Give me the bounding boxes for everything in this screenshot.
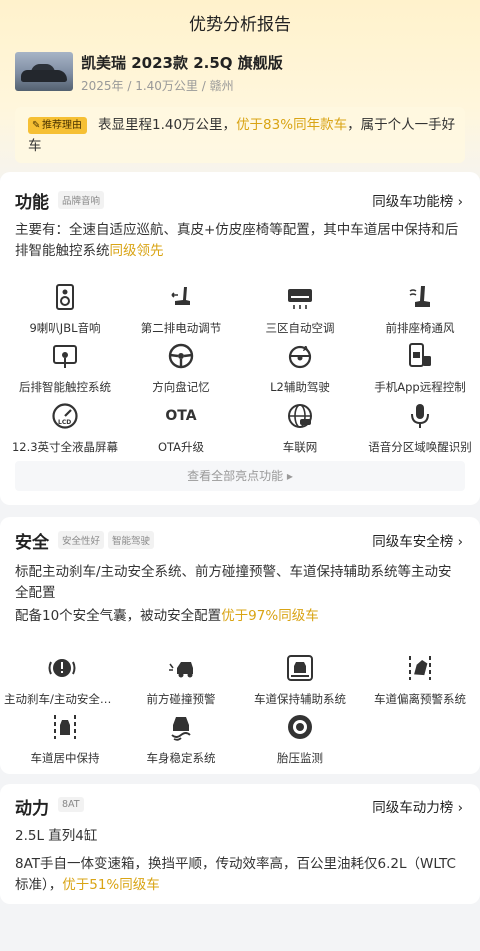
car-thumbnail[interactable] xyxy=(15,52,73,91)
feature-item[interactable]: LCD 12.3英寸全液晶屏幕 xyxy=(5,402,125,455)
safety-tag: 智能驾驶 xyxy=(108,531,155,549)
thumbs-up-icon: ✎ xyxy=(32,120,41,131)
power-card: 动力 8AT 同级车动力榜 › 2.5L 直列4缸 8AT手自一体变速箱，换挡平… xyxy=(0,784,480,904)
svg-text:LCD: LCD xyxy=(58,419,71,426)
seat-adjust-icon xyxy=(167,283,195,311)
feature-item[interactable]: OTA OTA升级 xyxy=(121,402,241,455)
power-rank-link[interactable]: 同级车动力榜 › xyxy=(372,796,463,816)
safety-item[interactable]: 车道保持辅助系统 xyxy=(240,654,360,707)
car-meta: 2025年 / 1.40万公里 / 赣州 xyxy=(81,79,234,93)
connected-car-icon xyxy=(286,402,314,430)
header-section: 优势分析报告 凯美瑞 2023款 2.5Q 旗舰版 2025年 / 1.40万公… xyxy=(0,0,480,178)
engine-spec: 2.5L 直列4缸 xyxy=(15,828,98,844)
features-summary: 主要有：全速自适应巡航、真皮+仿皮座椅等配置，其中车道居中保持和后排智能触控系统… xyxy=(15,222,459,259)
features-card: 功能 品牌音响 同级车功能榜 › 主要有：全速自适应巡航、真皮+仿皮座椅等配置，… xyxy=(0,172,480,505)
feature-item[interactable]: 语音分区域唤醒识别 xyxy=(360,402,480,455)
safety-item[interactable]: 车道居中保持 xyxy=(5,713,125,766)
features-tag: 品牌音响 xyxy=(58,191,105,209)
safety-rank-link[interactable]: 同级车安全榜 › xyxy=(372,530,463,550)
recommend-reason-badge: ✎ 推荐理由 xyxy=(28,117,87,134)
safety-card: 安全 安全性好 智能驾驶 同级车安全榜 › 标配主动刹车/主动安全系统、前方碰撞… xyxy=(0,517,480,774)
power-tag: 8AT xyxy=(58,797,84,812)
safety-item[interactable]: 主动刹车/主动安全系统 xyxy=(2,654,122,707)
assisted-driving-icon: A xyxy=(286,342,314,370)
lane-center-icon xyxy=(51,713,79,741)
ota-icon: OTA xyxy=(165,408,197,424)
view-all-features-button[interactable]: 查看全部亮点功能 ▸ xyxy=(15,461,465,491)
reason-highlight: 优于83%同年款车 xyxy=(236,117,348,133)
feature-item[interactable]: 方向盘记忆 xyxy=(121,342,241,395)
safety-item[interactable]: 前方碰撞预警 xyxy=(121,654,241,707)
feature-item[interactable]: A L2辅助驾驶 xyxy=(240,342,360,395)
safety-title: 安全 xyxy=(15,533,49,553)
safety-item[interactable]: 车道偏离预警系统 xyxy=(360,654,480,707)
features-title: 功能 xyxy=(15,193,49,213)
page-title: 优势分析报告 xyxy=(189,15,291,35)
car-name: 凯美瑞 2023款 2.5Q 旗舰版 xyxy=(81,54,283,72)
collision-warning-icon xyxy=(167,654,195,682)
lane-departure-icon xyxy=(406,654,434,682)
air-conditioner-icon xyxy=(286,283,314,311)
power-title: 动力 xyxy=(15,799,49,819)
safety-active-desc: 标配主动刹车/主动安全系统、前方碰撞预警、车道保持辅助系统等主动安全配置 xyxy=(15,564,452,601)
recommend-reason-box: 表显里程1.40万公里，优于83%同年款车，属于个人一手好车 ✎ 推荐理由 xyxy=(15,107,465,163)
steering-wheel-icon xyxy=(167,342,195,370)
brake-icon xyxy=(48,654,76,682)
touch-screen-icon xyxy=(51,342,79,370)
features-rank-link[interactable]: 同级车功能榜 › xyxy=(372,190,463,210)
svg-text:A: A xyxy=(303,345,309,353)
lane-keep-icon xyxy=(286,654,314,682)
feature-item[interactable]: 三区自动空调 xyxy=(240,283,360,336)
speaker-icon xyxy=(51,283,79,311)
phone-remote-icon xyxy=(406,342,434,370)
safety-item[interactable]: 胎压监测 xyxy=(240,713,360,766)
feature-item[interactable]: 前排座椅通风 xyxy=(360,283,480,336)
safety-tag: 安全性好 xyxy=(58,531,105,549)
feature-item[interactable]: 第二排电动调节 xyxy=(121,283,241,336)
microphone-icon xyxy=(406,402,434,430)
tire-pressure-icon xyxy=(286,713,314,741)
power-desc: 8AT手自一体变速箱，换挡平顺，传动效率高，百公里油耗仅6.2L（WLTC标准）… xyxy=(15,856,456,893)
feature-item[interactable]: 后排智能触控系统 xyxy=(5,342,125,395)
safety-passive-desc: 配备10个安全气囊，被动安全配置优于97%同级车 xyxy=(15,608,319,624)
feature-item[interactable]: 车联网 xyxy=(240,402,360,455)
seat-ventilation-icon xyxy=(406,283,434,311)
feature-item[interactable]: 手机App远程控制 xyxy=(360,342,480,395)
recommend-reason-text: 表显里程1.40万公里，优于83%同年款车，属于个人一手好车 xyxy=(28,117,456,154)
safety-item[interactable]: 车身稳定系统 xyxy=(121,713,241,766)
feature-item[interactable]: 9喇叭JBL音响 xyxy=(5,283,125,336)
lcd-gauge-icon: LCD xyxy=(51,402,79,430)
stability-icon xyxy=(167,713,195,741)
